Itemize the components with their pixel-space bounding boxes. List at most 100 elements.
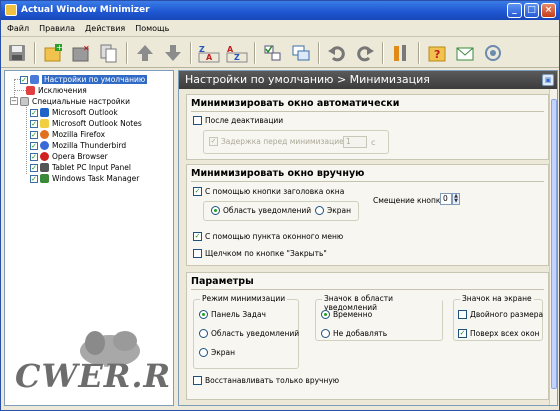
- refresh-icon[interactable]: [353, 41, 377, 65]
- settings-scroll-area[interactable]: Минимизировать окно автоматически После …: [179, 89, 549, 405]
- up-icon[interactable]: [133, 41, 157, 65]
- manual-title: Минимизировать окно вручную: [191, 168, 365, 179]
- menu-file[interactable]: Файл: [7, 24, 29, 33]
- tree-item-app[interactable]: ✓ Mozilla Firefox: [30, 129, 105, 140]
- copy-icon[interactable]: [97, 41, 121, 65]
- mode-screen-radio[interactable]: Экран: [199, 348, 235, 357]
- app-window: Actual Window Minimizer _ □ × Файл Прави…: [0, 0, 560, 411]
- outlook-icon: [40, 108, 49, 117]
- tree-item-app[interactable]: ✓ Microsoft Outlook: [30, 107, 118, 118]
- checkbox-icon[interactable]: ✓: [30, 163, 38, 172]
- icon-noadd-radio[interactable]: Не добавлять: [321, 329, 387, 338]
- mode-taskbar-radio[interactable]: Панель Задач: [199, 310, 266, 319]
- windows-icon[interactable]: [289, 41, 313, 65]
- down-icon[interactable]: [161, 41, 185, 65]
- sort-za-icon[interactable]: AZ: [225, 41, 249, 65]
- maximize-button[interactable]: □: [524, 3, 539, 18]
- notes-icon: [40, 119, 49, 128]
- tree-item-app[interactable]: ✓ Mozilla Thunderbird: [30, 140, 126, 151]
- double-size-checkbox[interactable]: Двойного размера: [458, 310, 543, 319]
- params-title: Параметры: [191, 276, 254, 287]
- scrollbar-thumb[interactable]: [551, 99, 557, 389]
- opera-icon: [40, 152, 49, 161]
- settings-tree: − ✓ Настройки по умолчанию Исключения Сп…: [4, 70, 174, 406]
- vertical-scrollbar[interactable]: [549, 89, 557, 405]
- window-menu-checkbox[interactable]: ✓ С помощью пункта оконного меню: [193, 232, 343, 241]
- checkbox-icon[interactable]: ✓: [30, 141, 38, 150]
- sort-az-icon[interactable]: ZA: [197, 41, 221, 65]
- settings-icon[interactable]: [389, 41, 413, 65]
- add-icon[interactable]: +: [41, 41, 65, 65]
- menu-bar: Файл Правила Действия Помощь: [1, 20, 559, 37]
- toolbar-separator: [190, 41, 192, 64]
- menu-help[interactable]: Помощь: [135, 24, 169, 33]
- page-title: Настройки по умолчанию > Минимизация ▣: [179, 71, 557, 89]
- close-button[interactable]: ×: [541, 3, 556, 18]
- svg-text:Z: Z: [234, 53, 240, 62]
- checkbox-icon[interactable]: ✓: [20, 75, 28, 84]
- help-icon[interactable]: ?: [425, 41, 449, 65]
- check-all-icon[interactable]: [261, 41, 285, 65]
- window-icon: [30, 75, 39, 84]
- tree-item-app[interactable]: ✓ Opera Browser: [30, 151, 108, 162]
- toolbar-separator: [382, 41, 384, 64]
- toolbar-separator: [418, 41, 420, 64]
- thunderbird-icon: [40, 141, 49, 150]
- on-top-checkbox[interactable]: ✓ Поверх всех окон: [458, 329, 539, 338]
- svg-text:✕: ✕: [83, 44, 90, 53]
- auto-minimize-panel: Минимизировать окно автоматически После …: [186, 94, 549, 160]
- tree-item-default[interactable]: ✓ Настройки по умолчанию: [20, 74, 148, 85]
- checkbox-icon[interactable]: ✓: [30, 152, 38, 161]
- tree-item-app[interactable]: ✓ Tablet PC Input Panel: [30, 162, 131, 173]
- toolbar-separator: [254, 41, 256, 64]
- manual-minimize-panel: Минимизировать окно вручную ✓ С помощью к…: [186, 164, 549, 266]
- svg-text:A: A: [206, 53, 213, 62]
- svg-text:?: ?: [434, 48, 440, 61]
- watermark-text: CWER.RU: [15, 357, 173, 395]
- tray-radio[interactable]: Область уведомлений: [211, 206, 311, 215]
- menu-actions[interactable]: Действия: [85, 24, 125, 33]
- checkbox-icon[interactable]: ✓: [30, 174, 38, 183]
- window-title: Actual Window Minimizer: [21, 5, 150, 15]
- settings-panel: Настройки по умолчанию > Минимизация ▣ М…: [178, 70, 558, 406]
- exclusion-icon: [26, 86, 35, 95]
- delay-stepper[interactable]: 1 с: [343, 136, 375, 148]
- tree-item-app[interactable]: ✓ Windows Task Manager: [30, 173, 139, 184]
- tablet-icon: [40, 163, 49, 172]
- tree-item-special[interactable]: Специальные настройки: [20, 96, 130, 107]
- restore-manual-checkbox[interactable]: Восстанавливать только вручную: [193, 376, 339, 385]
- tree-item-app[interactable]: ✓ Microsoft Outlook Notes: [30, 118, 142, 129]
- support-icon[interactable]: [481, 41, 505, 65]
- app-icon: [5, 4, 17, 16]
- window-icon[interactable]: ▣: [542, 74, 554, 86]
- toolbar-separator: [318, 41, 320, 64]
- delete-icon[interactable]: ✕: [69, 41, 93, 65]
- icon-temp-radio[interactable]: Временно: [321, 310, 372, 319]
- svg-text:+: +: [56, 43, 63, 52]
- menu-rules[interactable]: Правила: [39, 24, 75, 33]
- tree-item-exclusions[interactable]: Исключения: [26, 85, 87, 96]
- checkbox-icon[interactable]: ✓: [30, 119, 38, 128]
- close-click-checkbox[interactable]: Щелчком по кнопке "Закрыть": [193, 249, 327, 258]
- folder-icon: [20, 97, 29, 106]
- mode-tray-radio[interactable]: Область уведомлений: [199, 329, 299, 338]
- checkbox-icon[interactable]: ✓: [30, 108, 38, 117]
- after-deactivation-checkbox[interactable]: После деактивации: [193, 116, 283, 125]
- title-button-checkbox[interactable]: ✓ С помощью кнопки заголовка окна: [193, 187, 344, 196]
- offset-stepper[interactable]: 0 ▲ ▼: [440, 193, 460, 205]
- stepper-arrows-icon[interactable]: ▲ ▼: [452, 193, 460, 205]
- tree-expander[interactable]: −: [10, 97, 18, 105]
- email-icon[interactable]: [453, 41, 477, 65]
- auto-title: Минимизировать окно автоматически: [191, 98, 400, 109]
- title-bar[interactable]: Actual Window Minimizer _ □ ×: [1, 1, 559, 20]
- checkbox-icon[interactable]: ✓: [30, 130, 38, 139]
- save-icon[interactable]: [5, 41, 29, 65]
- undo-icon[interactable]: [325, 41, 349, 65]
- task-manager-icon: [40, 174, 49, 183]
- toolbar: + ✕ ZA AZ ?: [1, 38, 559, 68]
- delay-checkbox[interactable]: ✓ Задержка перед минимизацией: [209, 137, 349, 146]
- screen-radio[interactable]: Экран: [315, 206, 351, 215]
- offset-label: Смещение кнопки: [373, 196, 446, 205]
- minimize-button[interactable]: _: [507, 3, 522, 18]
- firefox-icon: [40, 130, 49, 139]
